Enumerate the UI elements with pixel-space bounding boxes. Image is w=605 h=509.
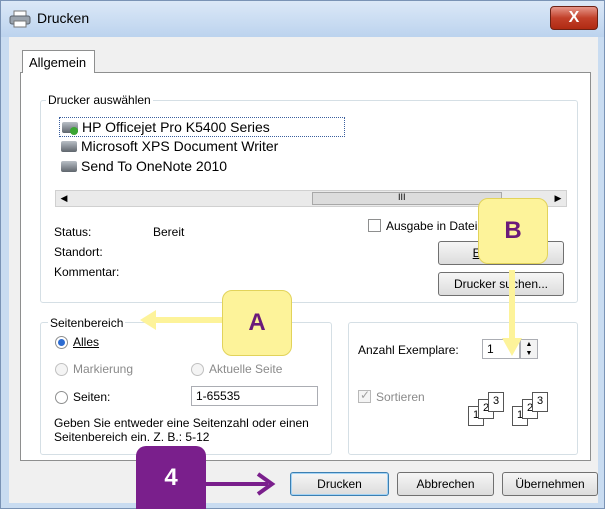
cancel-button[interactable]: Abbrechen	[397, 472, 494, 496]
current-page-radio[interactable]	[191, 363, 204, 376]
scrollbar-thumb[interactable]: III	[312, 192, 502, 205]
apply-button[interactable]: Übernehmen	[502, 472, 598, 496]
printer-group-label: Drucker auswählen	[46, 93, 153, 107]
checkmark-icon: ✓	[360, 388, 371, 402]
title-bar: Drucken X	[1, 1, 604, 37]
copies-spinner[interactable]: ▲ ▼	[520, 339, 538, 359]
copies-count-label: Anzahl Exemplare:	[358, 343, 459, 357]
printer-name: Send To OneNote 2010	[81, 158, 228, 174]
spin-down-icon[interactable]: ▼	[521, 349, 537, 358]
pages-input[interactable]: 1-65535	[191, 386, 318, 406]
printer-item-hp[interactable]: HP Officejet Pro K5400 Series	[59, 117, 345, 137]
collate-pages-icon: 1 2 3	[468, 392, 508, 426]
printer-item-xps[interactable]: Microsoft XPS Document Writer	[59, 137, 278, 157]
pages-radio[interactable]	[55, 391, 68, 404]
copies-group	[348, 322, 578, 455]
pages-label: Seiten:	[73, 390, 111, 404]
page-range-label: Seitenbereich	[48, 316, 126, 330]
selection-radio[interactable]	[55, 363, 68, 376]
output-to-file-checkbox[interactable]	[368, 219, 381, 232]
all-pages-label: Alles	[73, 335, 100, 349]
collate-checkbox[interactable]: ✓	[358, 388, 371, 403]
printer-name: HP Officejet Pro K5400 Series	[82, 119, 270, 135]
scroll-right-icon[interactable]: ▶	[551, 192, 565, 205]
printer-icon	[62, 122, 78, 135]
find-printer-button[interactable]: Drucker suchen...	[438, 272, 564, 296]
print-button[interactable]: Drucken	[290, 472, 389, 496]
output-to-file-label: Ausgabe in Datei	[386, 219, 478, 233]
location-label: Standort:	[54, 245, 103, 259]
scroll-left-icon[interactable]: ◀	[57, 192, 71, 205]
tab-allgemein[interactable]: Allgemein	[22, 50, 95, 73]
page-range-hint: Geben Sie entweder eine Seitenzahl oder …	[54, 416, 309, 444]
copies-count-input[interactable]: 1	[482, 339, 520, 359]
print-button-label: Drucken	[317, 477, 362, 491]
step-4-badge: 4	[136, 446, 206, 509]
printer-icon	[61, 141, 77, 152]
all-pages-radio[interactable]	[55, 336, 68, 349]
close-button[interactable]: X	[550, 6, 598, 30]
collate-pages-icon: 1 2 3	[512, 392, 552, 426]
callout-b: B	[478, 198, 548, 264]
callout-a: A	[222, 290, 292, 356]
window-title: Drucken	[37, 10, 90, 26]
current-page-label: Aktuelle Seite	[209, 362, 283, 376]
status-value: Bereit	[153, 225, 185, 239]
selection-label: Markierung	[73, 362, 134, 376]
spin-up-icon[interactable]: ▲	[521, 340, 537, 349]
collate-label: Sortieren	[376, 390, 425, 404]
printer-name: Microsoft XPS Document Writer	[81, 138, 279, 154]
printer-item-onenote[interactable]: Send To OneNote 2010	[59, 157, 227, 177]
status-label: Status:	[54, 225, 92, 239]
printer-icon	[61, 161, 77, 172]
printer-icon	[9, 10, 31, 28]
comment-label: Kommentar:	[54, 265, 120, 279]
